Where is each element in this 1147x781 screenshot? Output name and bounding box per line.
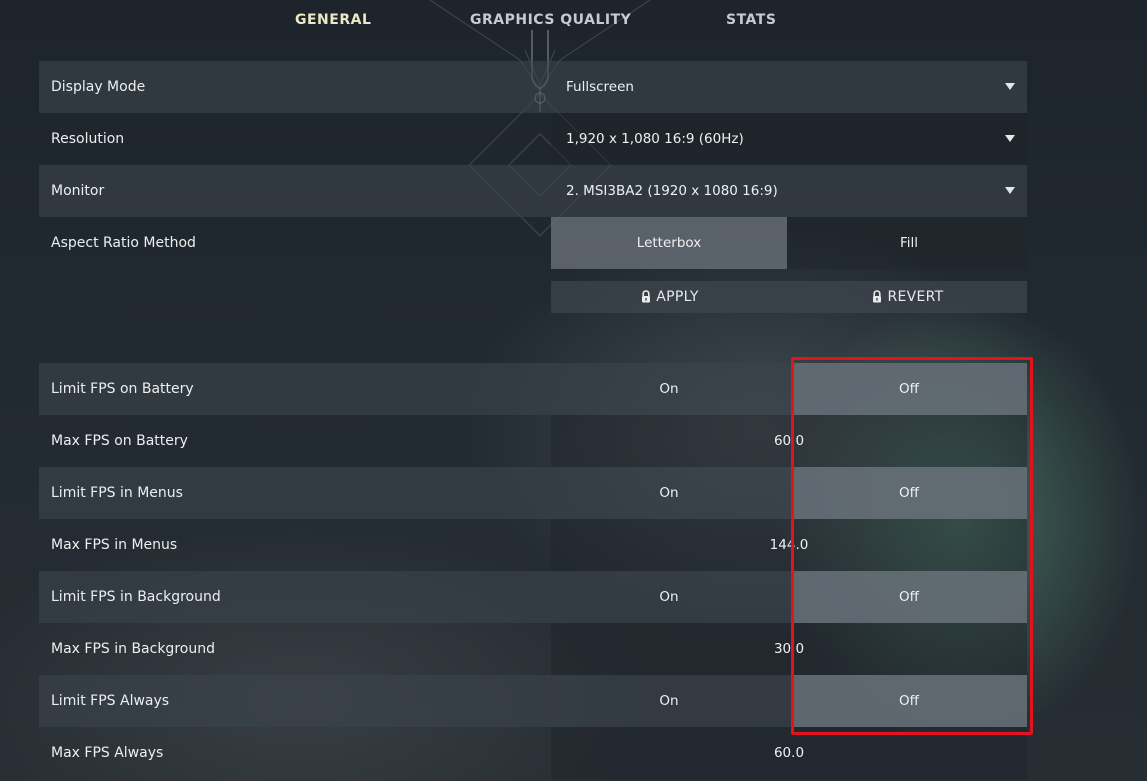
tab-general[interactable]: GENERAL	[295, 12, 371, 28]
max-fps-always-field[interactable]: 60.0	[551, 727, 1027, 779]
caret-down-icon	[1005, 83, 1015, 90]
max-fps-menus-field[interactable]: 144.0	[551, 519, 1027, 571]
limit-fps-background-label: Limit FPS in Background	[51, 589, 221, 605]
caret-down-icon	[1005, 187, 1015, 194]
limit-fps-background-row: Limit FPS in Background On Off	[39, 571, 1027, 623]
limit-fps-menus-off[interactable]: Off	[791, 467, 1027, 519]
max-fps-background-value: 30.0	[773, 641, 805, 657]
aspect-ratio-label: Aspect Ratio Method	[51, 235, 196, 251]
monitor-dropdown[interactable]: 2. MSI3BA2 (1920 x 1080 16:9)	[551, 165, 1027, 217]
max-fps-background-field[interactable]: 30.0	[551, 623, 1027, 675]
max-fps-menus-label: Max FPS in Menus	[51, 537, 178, 553]
resolution-label: Resolution	[51, 131, 125, 147]
max-fps-battery-row: Max FPS on Battery 60.0	[39, 415, 1027, 467]
max-fps-battery-field[interactable]: 60.0	[551, 415, 1027, 467]
max-fps-menus-value: 144.0	[769, 537, 809, 553]
limit-fps-menus-row: Limit FPS in Menus On Off	[39, 467, 1027, 519]
max-fps-background-row: Max FPS in Background 30.0	[39, 623, 1027, 675]
limit-fps-battery-on[interactable]: On	[551, 363, 787, 415]
limit-fps-menus-on[interactable]: On	[551, 467, 787, 519]
apply-label: APPLY	[656, 289, 699, 305]
max-fps-always-value: 60.0	[773, 745, 805, 761]
monitor-value: 2. MSI3BA2 (1920 x 1080 16:9)	[566, 183, 778, 199]
limit-fps-background-off[interactable]: Off	[791, 571, 1027, 623]
monitor-row: Monitor 2. MSI3BA2 (1920 x 1080 16:9)	[39, 165, 1027, 217]
resolution-dropdown[interactable]: 1,920 x 1,080 16:9 (60Hz)	[551, 113, 1027, 165]
tab-stats[interactable]: STATS	[726, 12, 776, 28]
caret-down-icon	[1005, 135, 1015, 142]
max-fps-always-label: Max FPS Always	[51, 745, 164, 761]
apply-revert-bar: APPLY REVERT	[551, 281, 1027, 313]
resolution-value: 1,920 x 1,080 16:9 (60Hz)	[566, 131, 744, 147]
limit-fps-battery-toggle: On Off	[551, 363, 1027, 415]
limit-fps-always-off[interactable]: Off	[791, 675, 1027, 727]
limit-fps-battery-row: Limit FPS on Battery On Off	[39, 363, 1027, 415]
aspect-ratio-row: Aspect Ratio Method Letterbox Fill	[39, 217, 1027, 269]
resolution-row: Resolution 1,920 x 1,080 16:9 (60Hz)	[39, 113, 1027, 165]
display-mode-dropdown[interactable]: Fullscreen	[551, 61, 1027, 113]
max-fps-battery-value: 60.0	[773, 433, 805, 449]
aspect-ratio-control: Letterbox Fill	[551, 217, 1027, 269]
apply-button[interactable]: APPLY	[551, 281, 789, 313]
limit-fps-menus-label: Limit FPS in Menus	[51, 485, 183, 501]
lock-icon	[873, 290, 882, 303]
display-mode-label: Display Mode	[51, 79, 146, 95]
lock-icon	[642, 290, 651, 303]
fill-option[interactable]: Fill	[791, 217, 1027, 269]
limit-fps-menus-toggle: On Off	[551, 467, 1027, 519]
limit-fps-background-on[interactable]: On	[551, 571, 787, 623]
display-mode-row: Display Mode Fullscreen	[39, 61, 1027, 113]
limit-fps-always-on[interactable]: On	[551, 675, 787, 727]
limit-fps-always-toggle: On Off	[551, 675, 1027, 727]
max-fps-menus-row: Max FPS in Menus 144.0	[39, 519, 1027, 571]
limit-fps-battery-off[interactable]: Off	[791, 363, 1027, 415]
monitor-label: Monitor	[51, 183, 105, 199]
settings-tabs: GENERAL GRAPHICS QUALITY STATS	[0, 0, 1147, 42]
max-fps-always-row: Max FPS Always 60.0	[39, 727, 1027, 779]
display-mode-value: Fullscreen	[566, 79, 634, 95]
letterbox-option[interactable]: Letterbox	[551, 217, 787, 269]
max-fps-background-label: Max FPS in Background	[51, 641, 215, 657]
tab-graphics-quality[interactable]: GRAPHICS QUALITY	[470, 12, 631, 28]
limit-fps-battery-label: Limit FPS on Battery	[51, 381, 194, 397]
revert-button[interactable]: REVERT	[789, 281, 1027, 313]
limit-fps-background-toggle: On Off	[551, 571, 1027, 623]
limit-fps-always-row: Limit FPS Always On Off	[39, 675, 1027, 727]
limit-fps-always-label: Limit FPS Always	[51, 693, 170, 709]
revert-label: REVERT	[887, 289, 944, 305]
max-fps-battery-label: Max FPS on Battery	[51, 433, 188, 449]
